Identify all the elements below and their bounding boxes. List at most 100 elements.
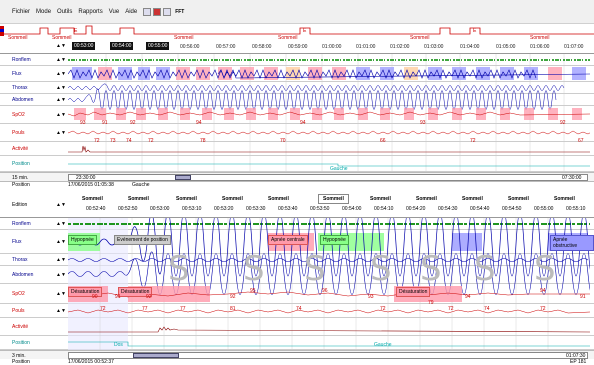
epoch-time: 00:52:40 <box>86 206 106 212</box>
pouls-value: 77 <box>180 306 186 312</box>
time-tick: 01:03:00 <box>424 44 444 50</box>
epoch-time: 00:55:10 <box>566 206 586 212</box>
channel-label: Position <box>12 161 30 167</box>
sort-arrows-icon[interactable]: ▲▼ <box>56 221 66 227</box>
timeline-scrollbar[interactable] <box>68 352 588 359</box>
spo2-value: 93 <box>80 120 86 126</box>
spo2-value: 95 <box>250 288 256 294</box>
fft-button[interactable]: FFT <box>175 9 184 15</box>
save-icon[interactable] <box>143 7 152 16</box>
channel-label: Thorax <box>12 85 28 91</box>
time-tick: 01:04:00 <box>460 44 480 50</box>
sort-arrows-icon[interactable]: ▲▼ <box>56 130 66 136</box>
spo2-value: 91 <box>115 294 121 300</box>
pouls-value: 72 <box>448 306 454 312</box>
time-tick: 01:01:00 <box>356 44 376 50</box>
svg-text:S: S <box>474 249 496 289</box>
pouls-value: 72 <box>540 306 546 312</box>
time-tick: 01:05:00 <box>496 44 516 50</box>
position-gauche: Gauche <box>374 342 392 348</box>
time-tick: 01:00:00 <box>322 44 342 50</box>
pouls-value: 74 <box>296 306 302 312</box>
timeline-scrollbar[interactable] <box>68 174 588 181</box>
time-tick: 01:02:00 <box>390 44 410 50</box>
epoch-title: Sommeil <box>370 196 391 202</box>
sort-arrows-icon[interactable]: ▲▼ <box>56 272 66 278</box>
infobar-top: 15 min. 23:30:00 07:30:00 <box>0 172 594 181</box>
sound-icon[interactable] <box>163 7 172 16</box>
channel-label: Abdomen <box>12 97 34 103</box>
epoch-time: 00:54:30 <box>438 206 458 212</box>
position-label: Position <box>12 359 30 365</box>
event-hypopnee[interactable]: Hypopnée <box>68 235 97 245</box>
spo2-value: 91 <box>580 294 586 300</box>
channel-label: Thorax <box>12 257 28 263</box>
position-dos: Dos <box>114 342 123 348</box>
scroll-thumb[interactable] <box>175 175 191 180</box>
epoch-title-selected[interactable]: Sommeil <box>318 194 349 204</box>
event-hypopnee[interactable]: Hypopnée <box>320 235 349 245</box>
edition-label[interactable]: Edition <box>12 202 27 208</box>
epoch-header: Edition ▲▼ Sommeil Sommeil Sommeil Somme… <box>0 188 594 218</box>
svg-text:S: S <box>304 249 326 289</box>
time-tick: 00:56:00 <box>180 44 200 50</box>
spo2-value: 93 <box>368 294 374 300</box>
epoch-time: 00:55:00 <box>534 206 554 212</box>
pouls-value: 74 <box>484 306 490 312</box>
channel-label: SpO2 <box>12 112 25 118</box>
sort-arrows-icon[interactable]: ▲▼ <box>56 308 66 314</box>
epoch-time: 00:54:00 <box>342 206 362 212</box>
spo2-value: 91 <box>102 120 108 126</box>
sort-arrows-icon[interactable]: ▲▼ <box>56 291 66 297</box>
sort-arrows-icon[interactable]: ▲▼ <box>56 257 66 263</box>
event-apnee-obstructive[interactable]: Apnée obstructive <box>550 235 594 251</box>
sort-arrows-icon[interactable]: ▲▼ <box>56 97 66 103</box>
menu-vue[interactable]: Vue <box>109 9 119 15</box>
sort-arrows-icon[interactable]: ▲▼ <box>56 239 66 245</box>
epoch-time: 00:54:20 <box>406 206 426 212</box>
svg-text:S: S <box>168 249 190 289</box>
epoch-time: 00:53:40 <box>278 206 298 212</box>
epoch-title: Sommeil <box>176 196 197 202</box>
pouls-value: 66 <box>380 138 386 144</box>
spo2-value: 94 <box>196 120 202 126</box>
menu-aide[interactable]: Aide <box>125 9 137 15</box>
channel-label: Flux <box>12 71 22 77</box>
sort-arrows-icon[interactable]: ▲▼ <box>56 71 66 77</box>
time-tick: 00:53:00 <box>72 42 96 50</box>
menu-outils[interactable]: Outils <box>57 9 72 15</box>
sort-arrows-icon[interactable]: ▲▼ <box>56 43 66 49</box>
signal-plot-top[interactable] <box>68 54 590 172</box>
epoch-title: Sommeil <box>462 196 483 202</box>
spo2-value: 96 <box>322 288 328 294</box>
pouls-value: 72 <box>470 138 476 144</box>
channel-label: Flux <box>12 239 22 245</box>
spo2-value: 90 <box>92 294 98 300</box>
pouls-value: 73 <box>110 138 116 144</box>
sort-arrows-icon[interactable]: ▲▼ <box>56 85 66 91</box>
svg-text:S: S <box>534 249 556 289</box>
stage-small-label: E <box>473 28 477 34</box>
time-tick: 00:54:00 <box>110 42 134 50</box>
event-apnee-centrale[interactable]: Apnée centrale <box>268 235 308 245</box>
sort-arrows-icon[interactable]: ▲▼ <box>56 202 66 208</box>
epoch-time: 00:53:00 <box>150 206 170 212</box>
epoch-title: Sommeil <box>128 196 149 202</box>
menu-fichier[interactable]: Fichier <box>12 9 30 15</box>
event-desaturation[interactable]: Désaturation <box>396 287 431 297</box>
event-position[interactable]: Evénement de position <box>114 235 171 245</box>
pouls-value: 77 <box>142 306 148 312</box>
stage-small-label: E <box>74 28 78 34</box>
pouls-value: 81 <box>230 306 236 312</box>
timebar-top: ▲▼ 00:53:00 00:54:00 00:55:00 00:56:00 0… <box>0 40 594 54</box>
sort-arrows-icon[interactable]: ▲▼ <box>56 57 66 63</box>
sort-arrows-icon[interactable]: ▲▼ <box>56 112 66 118</box>
time-tick: 01:06:00 <box>530 44 550 50</box>
time-tick: 00:55:00 <box>146 42 170 50</box>
record-icon[interactable] <box>153 7 162 16</box>
channel-label: Activité <box>12 146 29 152</box>
menu-rapports[interactable]: Rapports <box>78 9 102 15</box>
time-tick: 01:07:00 <box>564 44 584 50</box>
menu-mode[interactable]: Mode <box>36 9 51 15</box>
scroll-thumb[interactable] <box>133 353 179 358</box>
